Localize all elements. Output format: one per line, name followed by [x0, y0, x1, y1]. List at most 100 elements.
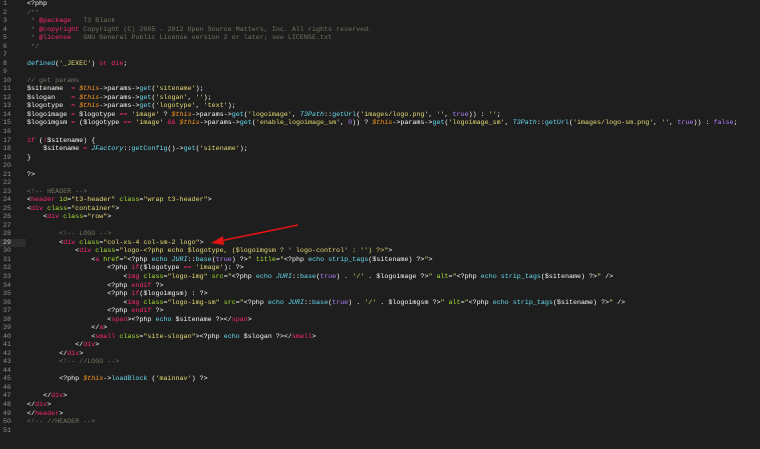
- line-number: 24: [3, 196, 12, 205]
- code-line[interactable]: 11 $sitename = $this->params->get('sitena…: [0, 85, 760, 94]
- code-line[interactable]: 29 <div class="col-xs-4 col-sm-2 logo">: [0, 238, 760, 248]
- code-text: <!-- HEADER -->: [27, 188, 87, 197]
- code-text: <div class="col-xs-4 col-sm-2 logo">: [27, 239, 204, 248]
- code-line[interactable]: 15 $logoimgsm = ($logotype == 'image' && …: [0, 119, 760, 128]
- code-token: $logoimgsm: [27, 119, 72, 128]
- code-line[interactable]: 51: [0, 427, 760, 436]
- code-line[interactable]: 9: [0, 68, 760, 77]
- code-token: JFactory: [91, 145, 124, 154]
- code-token: */: [27, 42, 40, 51]
- code-text: </a>: [27, 324, 107, 333]
- line-number: 4: [3, 25, 8, 34]
- code-line[interactable]: 33 <img class="logo-img" src="<?php echo…: [0, 273, 760, 282]
- code-line[interactable]: 35 <?php if($logoimgsm) : ?>: [0, 290, 760, 299]
- code-token: alt: [448, 298, 461, 307]
- code-line[interactable]: 31 <a href="<?php echo JURI::base(true) …: [0, 256, 760, 265]
- code-line[interactable]: 39 </a>: [0, 324, 760, 333]
- code-token: <!-- //LOGO -->: [27, 358, 120, 367]
- code-text: */: [27, 43, 39, 52]
- code-token: >: [207, 196, 212, 205]
- code-token: ($sitename) ?>: [552, 298, 610, 307]
- line-number: 13: [3, 102, 12, 111]
- code-token: base: [300, 273, 317, 281]
- code-token: "row": [87, 213, 108, 222]
- code-line[interactable]: 40 <small class="site-slogan"><?php echo…: [0, 333, 760, 342]
- code-token: defined: [27, 59, 56, 68]
- code-token: 'sitename': [199, 145, 240, 154]
- code-line[interactable]: 23 <!-- HEADER -->: [0, 188, 760, 197]
- code-text: defined('_JEXEC') or die;: [27, 60, 127, 69]
- code-line[interactable]: 45 <?php $this->loadBlock ('mainnav') ?>: [0, 375, 760, 384]
- code-token: header: [31, 196, 56, 205]
- line-number: 42: [3, 349, 12, 358]
- code-token: </: [27, 324, 100, 333]
- code-line[interactable]: 25 <div class="container">: [0, 205, 760, 214]
- code-line[interactable]: 50 <!-- //HEADER -->: [0, 418, 760, 427]
- code-line[interactable]: 6 */: [0, 43, 760, 52]
- code-line[interactable]: 7: [0, 51, 760, 60]
- code-editor[interactable]: 1 <?php 2/** 3 * @package T3 Blank 4 * @copy…: [0, 0, 760, 449]
- code-token: (: [35, 136, 44, 145]
- code-line[interactable]: 3 * @package T3 Blank: [0, 17, 760, 26]
- line-number: 44: [3, 366, 12, 375]
- code-line[interactable]: 14 $logoimage = $logotype == 'image' ? $t…: [0, 111, 760, 120]
- code-line[interactable]: 16: [0, 128, 760, 137]
- code-token: ::: [536, 119, 545, 128]
- code-line[interactable]: 4 * @copyright Copyright (C) 2005 - 2012…: [0, 26, 760, 35]
- code-line[interactable]: 32 <?php if($logotype == 'image'): ?>: [0, 264, 760, 273]
- code-line[interactable]: 5 * @license GNU General Public License …: [0, 34, 760, 43]
- code-line[interactable]: 22: [0, 179, 760, 188]
- code-line[interactable]: 19}: [0, 154, 760, 163]
- code-token: /**: [27, 8, 40, 17]
- code-line[interactable]: 38 <span><?php echo $sitename ?></span>: [0, 316, 760, 325]
- line-number: 25: [3, 204, 12, 213]
- code-line[interactable]: 42 </div>: [0, 350, 760, 359]
- code-line[interactable]: 49 </header>: [0, 410, 760, 419]
- code-text: <?php if($logoimgsm) : ?>: [27, 290, 207, 299]
- code-line[interactable]: 44: [0, 367, 760, 376]
- code-token: get: [432, 119, 445, 128]
- code-line[interactable]: 20: [0, 162, 760, 171]
- code-token: . $logoimage ?>: [364, 273, 429, 281]
- code-line[interactable]: 26 <div class="row">: [0, 213, 760, 222]
- code-line[interactable]: 36 <img class="logo-img-sm" src="<?php e…: [0, 299, 760, 308]
- code-line[interactable]: 46: [0, 384, 760, 393]
- code-text: $sitename = JFactory::getConfig()->get('…: [27, 145, 248, 154]
- code-token: ()->: [167, 145, 184, 154]
- code-line[interactable]: 21 ?>: [0, 171, 760, 180]
- line-number: 32: [3, 264, 12, 273]
- code-line[interactable]: 24 <header id="t3-header" class="wrap t3-…: [0, 196, 760, 205]
- code-token: 'enable_logoimage_sm': [255, 119, 341, 128]
- code-line[interactable]: 17 if (!$sitename) {: [0, 137, 760, 146]
- line-number: 8: [3, 59, 8, 68]
- code-line[interactable]: 41 </div>: [0, 341, 760, 350]
- line-number: 36: [3, 298, 12, 307]
- code-token: <!-- HEADER -->: [27, 187, 88, 196]
- code-token: class: [119, 196, 140, 205]
- line-number: 14: [3, 110, 12, 119]
- code-line[interactable]: 18 $sitename = JFactory::getConfig()->ge…: [0, 145, 760, 154]
- code-token: getUrl: [544, 119, 569, 128]
- code-line[interactable]: 30 <div class="logo-<?php echo $logotype…: [0, 247, 760, 256]
- code-line[interactable]: 12 $slogan = $this->params->get('slogan',…: [0, 94, 760, 103]
- code-text: </div>: [27, 392, 67, 401]
- code-line[interactable]: 34 <?php endif ?>: [0, 282, 760, 291]
- code-token: ><?php: [127, 315, 156, 324]
- code-line[interactable]: 28 <!-- LOGO -->: [0, 230, 760, 239]
- code-line[interactable]: 48 </div>: [0, 401, 760, 410]
- code-line[interactable]: 1 <?php: [0, 0, 760, 9]
- code-line[interactable]: 2 /**: [0, 9, 760, 18]
- code-text: <div class="row">: [27, 213, 111, 222]
- code-line[interactable]: 8 defined('_JEXEC') or die;: [0, 60, 760, 69]
- code-token: echo: [255, 273, 272, 281]
- line-number: 20: [3, 162, 12, 171]
- code-line[interactable]: 37 <?php endif ?>: [0, 307, 760, 316]
- code-line[interactable]: 27: [0, 222, 760, 231]
- code-token: GNU General Public License version 2 or …: [71, 34, 333, 43]
- code-token: <?php: [27, 0, 48, 8]
- code-line[interactable]: 13 $logotype = $this->params->get('logoty…: [0, 102, 760, 111]
- code-line[interactable]: 10 // get params: [0, 77, 760, 86]
- code-line[interactable]: 43 <!-- //LOGO -->: [0, 358, 760, 367]
- code-line[interactable]: 47 </div>: [0, 392, 760, 401]
- code-token: ->params->: [191, 110, 232, 119]
